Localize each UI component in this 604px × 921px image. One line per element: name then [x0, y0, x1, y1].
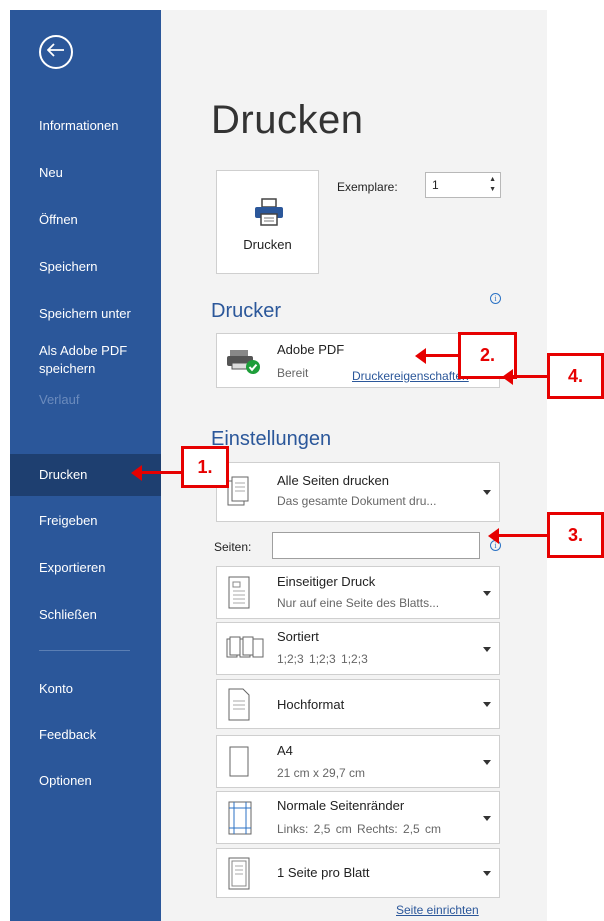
chevron-down-icon	[483, 590, 491, 596]
chevron-down-icon	[483, 815, 491, 821]
annotation-line-2	[424, 354, 460, 357]
sides-dropdown[interactable]: Einseitiger Druck Nur auf eine Seite des…	[216, 566, 500, 619]
settings-heading: Einstellungen	[211, 428, 332, 450]
copies-label: Exemplare:	[337, 180, 398, 194]
pages-stack-icon	[226, 475, 252, 514]
printer-properties-link[interactable]: Druckereigenschaften	[352, 369, 469, 383]
annotation-line-3	[497, 534, 549, 537]
nav-konto[interactable]: Konto	[10, 668, 161, 710]
paper-size-subtitle: 21 cm x 29,7 cm	[277, 766, 366, 780]
chevron-down-icon	[483, 490, 491, 495]
print-range-title: Alle Seiten drucken	[277, 473, 390, 488]
annotation-line-4	[511, 375, 549, 378]
sides-title: Einseitiger Druck	[277, 574, 376, 589]
nav-schliessen[interactable]: Schließen	[10, 594, 161, 636]
pages-input[interactable]	[272, 532, 480, 559]
nav-speichern[interactable]: Speichern	[10, 246, 161, 288]
spin-arrows-icon[interactable]: ▲ ▼	[489, 175, 496, 195]
chevron-down-icon	[483, 702, 491, 707]
printer-name: Adobe PDF	[277, 342, 345, 357]
nav-oeffnen[interactable]: Öffnen	[10, 199, 161, 241]
chevron-down-icon	[483, 759, 491, 765]
back-button[interactable]	[39, 35, 73, 69]
collate-subtitle: 1;2;3 1;2;3 1;2;3	[277, 652, 368, 666]
printer-icon	[253, 197, 285, 232]
margins-icon	[226, 800, 254, 841]
print-range-subtitle: Das gesamte Dokument dru...	[277, 494, 437, 508]
paper-size-title: A4	[277, 743, 293, 758]
annotation-4: 4.	[547, 353, 604, 399]
nav-speichern-unter[interactable]: Speichern unter	[10, 293, 161, 335]
margins-dropdown[interactable]: Normale Seitenränder Links: 2,5 cm Recht…	[216, 791, 500, 844]
page-setup-link[interactable]: Seite einrichten	[396, 903, 479, 917]
collated-icon	[226, 635, 264, 666]
nav-exportieren[interactable]: Exportieren	[10, 547, 161, 589]
nav-optionen[interactable]: Optionen	[10, 760, 161, 802]
print-button[interactable]: Drucken	[216, 170, 319, 274]
info-icon[interactable]: i	[490, 293, 501, 304]
annotation-3: 3.	[547, 512, 604, 558]
copies-value: 1	[432, 178, 439, 192]
single-sided-icon	[226, 575, 252, 616]
print-button-label: Drucken	[243, 237, 292, 252]
back-arrow-icon	[46, 42, 65, 62]
sidebar-divider	[39, 650, 130, 651]
orientation-dropdown[interactable]: Hochformat	[216, 679, 500, 729]
printer-status-icon	[226, 346, 262, 381]
margins-subtitle: Links: 2,5 cm Rechts: 2,5 cm	[277, 822, 442, 836]
page-title: Drucken	[211, 98, 364, 142]
paper-size-dropdown[interactable]: A4 21 cm x 29,7 cm	[216, 735, 500, 788]
pages-label: Seiten:	[214, 540, 252, 554]
collate-dropdown[interactable]: Sortiert 1;2;3 1;2;3 1;2;3	[216, 622, 500, 675]
nav-feedback[interactable]: Feedback	[10, 714, 161, 756]
pages-per-sheet-icon	[226, 856, 252, 897]
nav-neu[interactable]: Neu	[10, 152, 161, 194]
annotation-line-1	[140, 471, 183, 474]
pages-per-sheet-dropdown[interactable]: 1 Seite pro Blatt	[216, 848, 500, 898]
nav-freigeben[interactable]: Freigeben	[10, 500, 161, 542]
copies-stepper[interactable]: 1 ▲ ▼	[425, 172, 501, 198]
chevron-down-icon	[483, 871, 491, 876]
portrait-icon	[226, 687, 252, 728]
annotation-1: 1.	[181, 446, 229, 488]
print-range-dropdown[interactable]: Alle Seiten drucken Das gesamte Dokument…	[216, 462, 500, 522]
collate-title: Sortiert	[277, 629, 319, 644]
paper-size-icon	[226, 745, 252, 784]
nav-informationen[interactable]: Informationen	[10, 105, 161, 147]
nav-verlauf: Verlauf	[39, 392, 80, 407]
orientation-title: Hochformat	[277, 697, 345, 712]
chevron-down-icon	[483, 646, 491, 652]
margins-title: Normale Seitenränder	[277, 798, 405, 813]
printer-status: Bereit	[277, 366, 309, 380]
sides-subtitle: Nur auf eine Seite des Blatts...	[277, 596, 440, 610]
pages-per-sheet-title: 1 Seite pro Blatt	[277, 865, 370, 880]
printer-heading: Drucker	[211, 300, 282, 322]
